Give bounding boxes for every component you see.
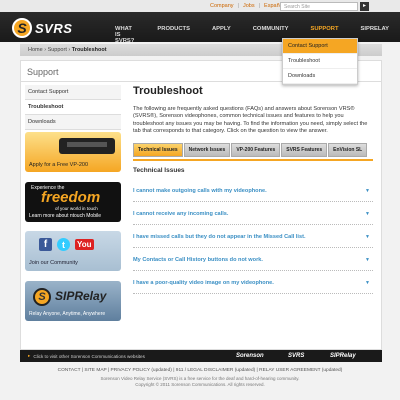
dropdown-contact-support[interactable]: Contact Support [283, 39, 357, 54]
sidebar-item-downloads[interactable]: Downloads [25, 115, 121, 130]
faq-question[interactable]: I have missed calls but they do not appe… [133, 228, 373, 248]
sidebar: Contact Support Troubleshoot Downloads [25, 85, 121, 130]
footer-links[interactable]: CONTACT | SITE MAP | PRIVACY POLICY (upd… [0, 368, 400, 373]
tab-envision-sl[interactable]: EnVision SL [328, 142, 368, 157]
copyright: Copyright © 2011 Sorenson Communications… [135, 382, 265, 387]
page-title: Troubleshoot [133, 85, 203, 97]
siprelay-logo-icon: S [33, 288, 51, 306]
top-links: Company | Jobs | Español [210, 3, 284, 9]
search-input[interactable]: Search Site [280, 2, 358, 11]
link-jobs[interactable]: Jobs [243, 3, 255, 9]
faq-question[interactable]: I have a poor-quality video image on my … [133, 274, 373, 294]
tab-svrs-features[interactable]: SVRS Features [281, 142, 328, 157]
promo-vp200-label: Apply for a Free VP-200 [29, 162, 89, 168]
twitter-icon: t [57, 238, 70, 251]
promo-ntouch-label: Learn more about ntouch Mobile [29, 213, 101, 219]
dropdown-troubleshoot[interactable]: Troubleshoot [283, 54, 357, 69]
sidebar-item-troubleshoot[interactable]: Troubleshoot [25, 100, 121, 115]
dropdown-downloads[interactable]: Downloads [283, 69, 357, 84]
chevron-down-icon: ▼ [365, 187, 370, 194]
breadcrumb-current: Troubleshoot [71, 47, 107, 53]
link-company[interactable]: Company [210, 3, 234, 9]
breadcrumb-support[interactable]: Support [48, 47, 67, 53]
section-title: Support [27, 67, 59, 77]
faq-question[interactable]: My Contacts or Call History buttons do n… [133, 251, 373, 271]
nav-what-is-svrs[interactable]: WHAT IS SVRS? [104, 26, 146, 44]
facebook-icon: f [39, 238, 52, 251]
tab-network-issues[interactable]: Network Issues [183, 142, 231, 157]
nav-apply[interactable]: APPLY [201, 26, 242, 44]
sidebar-item-contact-support[interactable]: Contact Support [25, 85, 121, 100]
content-panel: Support Contact Support Troubleshoot Dow… [20, 60, 382, 350]
promo-siprelay[interactable]: S SIPRelay Relay Anyone, Anytime, Anywhe… [25, 281, 121, 321]
tab-technical-issues[interactable]: Technical Issues [133, 142, 183, 157]
search-button[interactable]: ▸ [360, 2, 369, 11]
tab-vp200-features[interactable]: VP-200 Features [231, 142, 281, 157]
breadcrumb-home[interactable]: Home [28, 47, 43, 53]
chevron-down-icon: ▼ [365, 256, 370, 263]
sorenson-logo[interactable]: Sorenson [236, 353, 264, 359]
footer-bar[interactable]: ▸ Click to visit other Sorenson Communic… [20, 350, 382, 362]
promo-community[interactable]: f t You Join our Community [25, 231, 121, 271]
chevron-down-icon: ▼ [365, 233, 370, 240]
logo-text: SVRS [35, 20, 73, 36]
issues-heading: Technical Issues [133, 166, 185, 174]
youtube-icon: You [75, 239, 94, 250]
promo-community-label: Join our Community [29, 260, 78, 266]
faq-question[interactable]: I cannot receive any incoming calls. ▼ [133, 205, 373, 225]
category-tabs: Technical Issues Network Issues VP-200 F… [133, 142, 373, 157]
faq-question[interactable]: I cannot make outgoing calls with my vid… [133, 182, 373, 202]
intro-text: The following are frequently asked quest… [133, 106, 368, 135]
promo-freedom-word: freedom [41, 189, 101, 206]
footer-sites-link[interactable]: Click to visit other Sorenson Communicat… [33, 354, 145, 359]
promo-ntouch[interactable]: Experience the freedom of your world in … [25, 182, 121, 222]
footer-siprelay-logo[interactable]: SIPRelay [330, 353, 356, 359]
footer-note: Sorenson Video Relay Service (SVRS) is a… [100, 376, 300, 381]
chevron-down-icon: ▼ [365, 210, 370, 217]
siprelay-title: SIPRelay [55, 289, 107, 303]
logo-icon: S [12, 18, 32, 38]
chevron-down-icon: ▼ [365, 279, 370, 286]
support-dropdown: Contact Support Troubleshoot Downloads [282, 38, 358, 85]
siprelay-tagline: Relay Anyone, Anytime, Anywhere [29, 311, 106, 317]
arrow-icon: ▸ [28, 353, 31, 358]
promo-vp200[interactable]: Apply for a Free VP-200 [25, 132, 121, 172]
footer-svrs-logo[interactable]: SVRS [288, 353, 304, 359]
tab-underline [133, 158, 373, 161]
nav-products[interactable]: PRODUCTS [146, 26, 201, 44]
svrs-logo[interactable]: S SVRS [12, 17, 72, 39]
main-content: Troubleshoot The following are frequentl… [133, 85, 373, 297]
